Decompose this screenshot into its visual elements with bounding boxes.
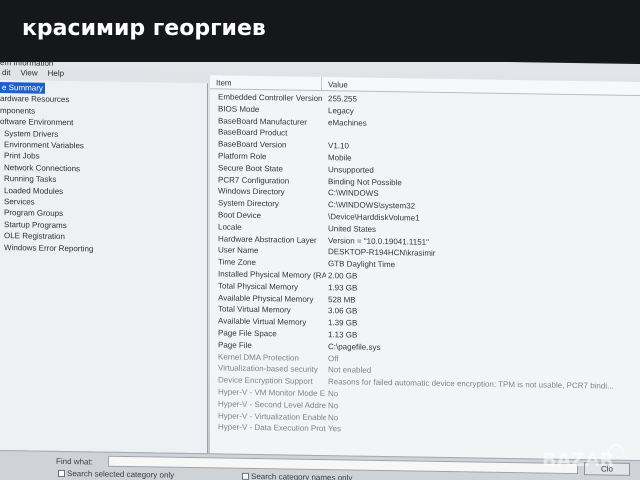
row-item: Hyper-V - Data Execution Prote... bbox=[218, 422, 326, 434]
bazar-watermark-logo: BAZAR bbox=[542, 432, 632, 472]
tree-item-label: System Drivers bbox=[4, 128, 59, 139]
tree-item-label: OLE Registration bbox=[4, 231, 65, 242]
tree-item-label: Network Connections bbox=[4, 162, 81, 174]
watermark-text: BAZAR bbox=[542, 449, 615, 471]
tree-item-label: ardware Resources bbox=[0, 94, 70, 105]
search-selected-label: Search selected category only bbox=[67, 469, 175, 480]
list-rows: Embedded Controller Version 255.255 BIOS M… bbox=[210, 89, 640, 440]
details-list[interactable]: Item Value Embedded Controller Version 25… bbox=[210, 75, 640, 463]
search-selected-checkbox[interactable]: Search selected category only bbox=[58, 469, 174, 480]
column-header-item[interactable]: Item bbox=[210, 75, 322, 91]
tree-item-label: Startup Programs bbox=[4, 219, 67, 230]
tree-item-label: mponents bbox=[0, 105, 36, 116]
tree-item[interactable]: Windows Error Reporting bbox=[0, 242, 207, 257]
category-tree[interactable]: e Summary ardware Resources mponents oftwar… bbox=[0, 80, 208, 454]
tree-item-label: Services bbox=[4, 197, 35, 207]
tree-item-label: Print Jobs bbox=[4, 151, 40, 162]
menu-view[interactable]: View bbox=[20, 68, 37, 80]
tree-item-label: Program Groups bbox=[4, 208, 64, 219]
menu-edit[interactable]: dit bbox=[2, 68, 10, 80]
menu-help[interactable]: Help bbox=[48, 69, 64, 81]
find-input[interactable] bbox=[108, 455, 578, 475]
checkbox-icon[interactable] bbox=[242, 472, 249, 480]
checkbox-icon[interactable] bbox=[58, 469, 65, 478]
search-names-label: Search category names only bbox=[251, 471, 353, 480]
tree-item-label: e Summary bbox=[0, 82, 45, 95]
tree-item-label: Running Tasks bbox=[4, 174, 57, 185]
search-names-checkbox[interactable]: Search category names only bbox=[242, 472, 352, 480]
tree-item-label: Loaded Modules bbox=[4, 185, 64, 196]
system-information-window: em Information dit View Help e Summary ar… bbox=[0, 54, 640, 480]
tree-item-label: oftware Environment bbox=[0, 117, 74, 128]
column-header-value[interactable]: Value bbox=[322, 77, 348, 90]
tree-item-label: Windows Error Reporting bbox=[4, 242, 94, 254]
find-label: Find what: bbox=[56, 456, 93, 467]
tree-item-label: Environment Variables bbox=[4, 140, 84, 151]
photo-caption: красимир георгиев bbox=[0, 0, 640, 62]
